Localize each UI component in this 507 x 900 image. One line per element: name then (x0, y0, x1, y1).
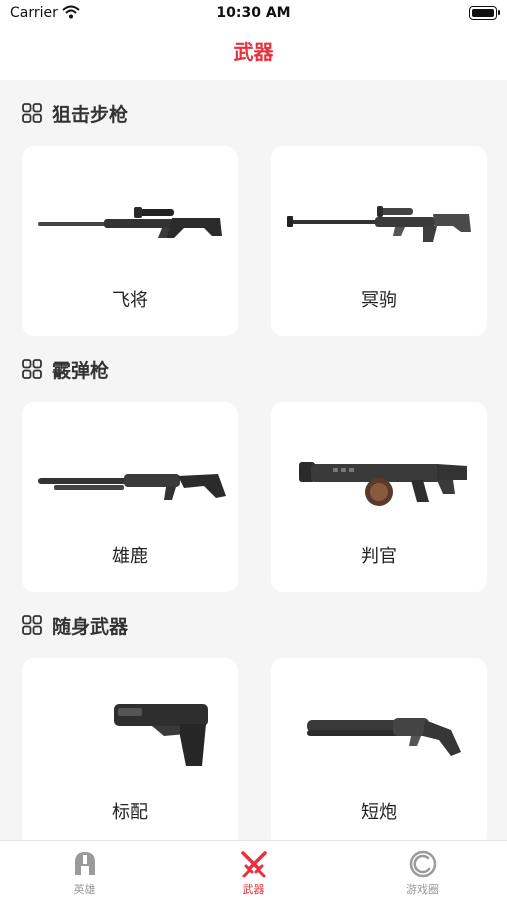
weapon-list[interactable]: 狙击步枪 飞将 冥驹 霰弹枪 雄鹿 判官 随身武器 标配 短炮 (0, 80, 507, 840)
battery-icon (469, 6, 500, 20)
grid-icon (22, 615, 42, 635)
weapon-card[interactable]: 雄鹿 (22, 402, 238, 592)
tab-heroes[interactable]: 英雄 (0, 841, 169, 900)
grid-icon (22, 359, 42, 379)
weapon-name: 判官 (361, 546, 397, 567)
section-header-sidearm: 随身武器 (22, 610, 128, 640)
sniper-rifle-icon (38, 207, 222, 238)
section-header-sniper: 狙击步枪 (22, 98, 128, 128)
page-title: 武器 (233, 40, 274, 64)
status-bar: Carrier 10:30 AM (0, 0, 507, 28)
tab-label: 游戏圈 (406, 883, 439, 896)
tab-label: 英雄 (73, 883, 96, 896)
weapon-name: 飞将 (112, 290, 148, 311)
tab-game-circle[interactable]: 游戏圈 (338, 841, 507, 900)
heavy-sniper-icon (287, 206, 471, 242)
weapon-card[interactable]: 判官 (271, 402, 487, 592)
grid-icon (22, 103, 42, 123)
pistol-icon (114, 704, 208, 766)
sawed-off-shotgun-icon (307, 718, 461, 756)
status-time: 10:30 AM (216, 5, 291, 21)
drum-shotgun-icon (299, 462, 467, 506)
weapon-name: 短炮 (361, 802, 397, 823)
section-header-shotgun: 霰弹枪 (22, 354, 109, 384)
pump-shotgun-icon (38, 474, 226, 500)
section-title: 狙击步枪 (52, 103, 129, 126)
section-title: 霰弹枪 (52, 359, 110, 382)
crossed-swords-icon (241, 851, 267, 878)
weapon-name: 冥驹 (361, 290, 397, 311)
circle-icon (409, 850, 437, 878)
helmet-icon (75, 852, 95, 875)
weapon-name: 标配 (112, 802, 148, 823)
navigation-bar: 武器 (0, 28, 507, 80)
section-title: 随身武器 (52, 615, 129, 638)
tab-bar: 英雄 武器 游戏圈 (0, 840, 507, 900)
weapon-card[interactable]: 短炮 (271, 658, 487, 840)
weapon-name: 雄鹿 (112, 546, 148, 567)
weapon-card[interactable]: 冥驹 (271, 146, 487, 336)
weapon-card[interactable]: 飞将 (22, 146, 238, 336)
tab-weapons[interactable]: 武器 (169, 841, 338, 900)
tab-label: 武器 (242, 883, 265, 896)
weapon-card[interactable]: 标配 (22, 658, 238, 840)
